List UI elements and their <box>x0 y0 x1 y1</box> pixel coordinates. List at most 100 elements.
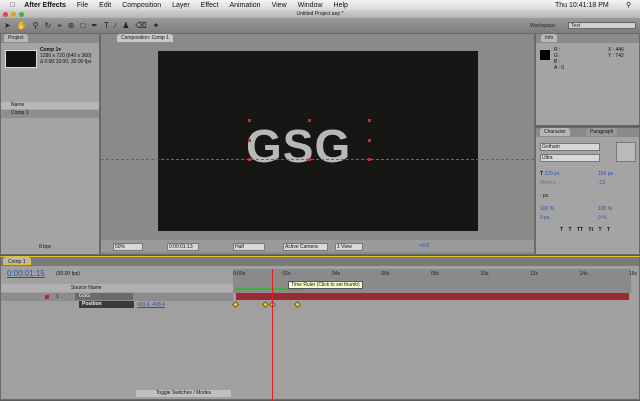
rotate-tool-icon[interactable]: ↻ <box>45 21 52 30</box>
text-layer-gsg[interactable]: GSG <box>246 119 351 173</box>
comp-duration: Δ 0:00:16:00, 30.00 fps <box>40 59 92 65</box>
baseline-shift-field[interactable]: 0 px <box>540 215 549 221</box>
tab-info[interactable]: Info <box>541 34 558 42</box>
keyframe[interactable] <box>261 300 269 309</box>
small-caps-button[interactable]: Tt <box>588 227 593 233</box>
tsume-field[interactable]: 0 % <box>598 214 607 223</box>
comp-thumbnail <box>5 50 37 68</box>
layer-header: Source Name <box>1 284 233 292</box>
brush-tool-icon[interactable]: ∕ <box>115 21 116 30</box>
font-family-select[interactable]: Gotham <box>540 143 600 151</box>
clone-tool-icon[interactable]: ♟ <box>122 21 129 30</box>
subscript-button[interactable]: T <box>607 227 610 233</box>
menu-bar:  After Effects File Edit Composition La… <box>0 0 640 10</box>
tracking-field[interactable]: -13 <box>598 179 605 188</box>
menu-effect[interactable]: Effect <box>201 2 219 9</box>
spotlight-icon[interactable]: ⚲ <box>626 1 631 9</box>
hand-tool-icon[interactable]: ✋ <box>17 21 27 30</box>
eraser-tool-icon[interactable]: ⌫ <box>135 21 146 30</box>
layer-label-color[interactable] <box>45 295 49 299</box>
position-value[interactable]: 603.6, 428.4 <box>137 302 165 308</box>
mask-tool-icon[interactable]: □ <box>80 21 85 30</box>
view-layout-select[interactable]: 1 View <box>335 243 363 251</box>
apple-icon[interactable]:  <box>10 2 15 9</box>
tab-composition[interactable]: Composition: Comp 1 <box>117 34 174 42</box>
menu-file[interactable]: File <box>77 2 88 9</box>
leading-field[interactable]: 169 px <box>598 170 613 179</box>
vertical-scale-field[interactable]: 100 % <box>540 206 554 212</box>
info-a: A : <box>554 65 560 71</box>
horizontal-scale-field[interactable]: 100 % <box>598 205 612 214</box>
pen-tool-icon[interactable]: ✒ <box>91 21 98 30</box>
window-title: Untitled Project.aep * <box>296 11 344 17</box>
layer-row[interactable]: 1 GSG <box>1 293 233 301</box>
ruler-tick-label: 0:00s <box>233 271 246 277</box>
info-y: Y : 742 <box>608 53 624 59</box>
timeline-current-time[interactable]: 0:00:01:15 <box>7 269 45 278</box>
resolution-select[interactable]: Half <box>233 243 265 251</box>
ruler-tick-label: 16s <box>629 271 638 277</box>
clock[interactable]: Thu 10:41:18 PM <box>555 2 609 9</box>
minimize-button[interactable] <box>11 11 16 17</box>
font-style-select[interactable]: Ultra <box>540 154 600 162</box>
project-item-comp-1[interactable]: Comp 1 <box>1 110 99 118</box>
menu-help[interactable]: Help <box>334 2 348 9</box>
fill-stroke-swatch[interactable] <box>616 142 636 162</box>
faux-bold-button[interactable]: T <box>560 227 563 233</box>
viewer-bottom-bar: 50% 0:00:01:13 Half Active Camera 1 View… <box>101 240 534 252</box>
layer-duration-bar[interactable] <box>236 293 629 300</box>
exposure-value[interactable]: +0.0 <box>419 243 429 249</box>
bpc-button[interactable]: 8 bpc <box>39 244 51 250</box>
app-menu[interactable]: After Effects <box>24 2 66 9</box>
close-button[interactable] <box>3 11 8 17</box>
kerning-field[interactable]: Metrics <box>540 180 556 186</box>
tools-toolbar: ➤ ✋ ⚲ ↻ ⌖ ⊛ □ ✒ T ∕ ♟ ⌫ ✦ Workspace: Tex… <box>0 18 640 33</box>
ruler-tick-label: 14s <box>579 271 588 277</box>
puppet-tool-icon[interactable]: ✦ <box>153 21 160 30</box>
zoom-tool-icon[interactable]: ⚲ <box>33 21 39 30</box>
toggle-switches-modes-button[interactable]: Toggle Switches / Modes <box>136 390 231 397</box>
window-title-bar: Untitled Project.aep * <box>0 10 640 18</box>
selection-tool-icon[interactable]: ➤ <box>4 21 11 30</box>
property-position[interactable]: Position <box>79 301 134 308</box>
source-name-column[interactable]: Source Name <box>71 285 102 291</box>
font-size-field[interactable]: 229 px <box>544 171 559 177</box>
tab-character[interactable]: Character <box>540 128 570 136</box>
superscript-button[interactable]: T <box>599 227 602 233</box>
layer-name[interactable]: GSG <box>75 293 133 300</box>
tab-project[interactable]: Project <box>4 34 28 42</box>
info-a-value: 0 <box>561 65 565 71</box>
ruler-tick-label: 08s <box>431 271 440 277</box>
menu-window[interactable]: Window <box>298 2 323 9</box>
camera-tool-icon[interactable]: ⌖ <box>57 21 62 31</box>
magnification-select[interactable]: 50% <box>113 243 143 251</box>
menu-composition[interactable]: Composition <box>122 2 161 9</box>
timeline-panel: Comp 1 0:00:01:15 (30.00 fps) Source Nam… <box>0 256 640 401</box>
stroke-width-field[interactable]: - px <box>540 193 548 199</box>
menu-layer[interactable]: Layer <box>172 2 190 9</box>
menu-animation[interactable]: Animation <box>229 2 260 9</box>
faux-italic-button[interactable]: T <box>568 227 571 233</box>
workspace-select[interactable]: Text <box>568 22 636 29</box>
tab-comp-1[interactable]: Comp 1 <box>3 257 31 265</box>
tab-paragraph[interactable]: Paragraph <box>586 128 618 136</box>
pan-behind-tool-icon[interactable]: ⊛ <box>68 21 75 30</box>
color-swatch <box>540 50 550 60</box>
playhead[interactable] <box>272 269 274 401</box>
keyframe[interactable] <box>231 300 240 309</box>
current-time-field[interactable]: 0:00:01:13 <box>167 243 199 251</box>
menu-edit[interactable]: Edit <box>99 2 111 9</box>
time-ruler-tooltip: Time Ruler (Click to set thumb) <box>288 281 363 289</box>
all-caps-button[interactable]: TT <box>577 227 583 233</box>
keyframe[interactable] <box>293 300 301 309</box>
column-name[interactable]: Name <box>1 102 99 109</box>
comp-viewer[interactable]: GSG <box>158 51 478 231</box>
composition-panel: Composition: Comp 1 GSG 50% 0:00:01:13 H… <box>100 33 535 255</box>
camera-select[interactable]: Active Camera <box>283 243 328 251</box>
menu-view[interactable]: View <box>272 2 287 9</box>
zoom-button[interactable] <box>19 11 24 17</box>
ruler-tick-label: 12s <box>530 271 539 277</box>
property-row[interactable]: Position 603.6, 428.4 <box>1 301 233 309</box>
text-tool-icon[interactable]: T <box>104 21 109 30</box>
ruler-tick-label: 06s <box>381 271 390 277</box>
